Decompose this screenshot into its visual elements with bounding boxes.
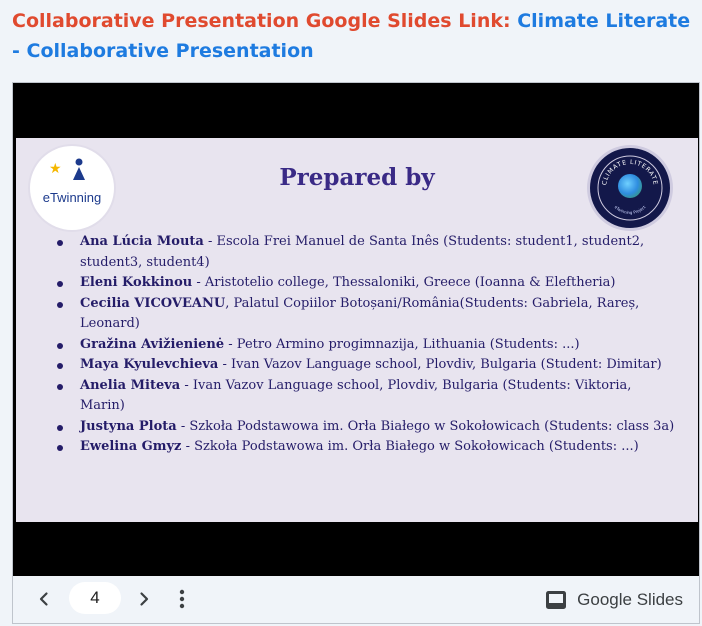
- participant-name: Anelia Miteva: [80, 377, 181, 393]
- participants-list: Ana Lúcia Mouta - Escola Frei Manuel de …: [56, 232, 676, 458]
- slides-embed: ★ eTwinning Prepared by CLIMATE LITERATE…: [12, 82, 700, 624]
- participant-name: Ewelina Gmyz: [80, 439, 182, 454]
- previous-slide-button[interactable]: [27, 582, 61, 616]
- slides-logo-icon: [546, 591, 567, 609]
- chevron-left-icon: [39, 592, 48, 606]
- climate-literate-logo: CLIMATE LITERATE eTwinning Project: [590, 148, 670, 228]
- participant-detail: - Szkoła Podstawowa im. Orła Białego w S…: [181, 439, 639, 454]
- more-options-button[interactable]: [165, 582, 199, 616]
- list-item: Maya Kyulevchieva - Ivan Vazov Language …: [56, 355, 676, 376]
- list-item: Cecilia VICOVEANU, Palatul Copiilor Boto…: [56, 294, 676, 335]
- participant-name: Maya Kyulevchieva: [80, 357, 219, 372]
- list-item: Eleni Kokkinou - Aristotelio college, Th…: [56, 273, 676, 294]
- google-slides-brand-link[interactable]: Google Slides: [545, 588, 683, 612]
- next-slide-button[interactable]: [127, 582, 161, 616]
- participant-detail: - Ivan Vazov Language school, Plovdiv, B…: [218, 357, 662, 372]
- list-item: Ewelina Gmyz - Szkoła Podstawowa im. Orł…: [56, 437, 676, 458]
- participant-detail: - Aristotelio college, Thessaloniki, Gre…: [192, 275, 616, 290]
- svg-text:eTwinning Project: eTwinning Project: [614, 204, 647, 215]
- list-item: Ana Lúcia Mouta - Escola Frei Manuel de …: [56, 232, 676, 273]
- participant-detail: - Petro Armino progimnazija, Lithuania (…: [224, 336, 580, 352]
- participant-name: Eleni Kokkinou: [80, 275, 193, 290]
- page-heading: Collaborative Presentation Google Slides…: [12, 6, 696, 66]
- google-slides-label: Google Slides: [577, 590, 683, 609]
- participant-detail: - Szkoła Podstawowa im. Orła Białego w S…: [176, 418, 675, 434]
- participant-name: Ana Lúcia Mouta: [80, 234, 204, 249]
- participant-name: Cecilia VICOVEANU: [80, 295, 226, 311]
- globe-icon: [618, 174, 642, 198]
- etwinning-logo-text: eTwinning: [42, 190, 102, 205]
- participant-name: Justyna Plota: [80, 418, 177, 434]
- logo-ring-subtitle: eTwinning Project: [614, 204, 647, 215]
- chevron-right-icon: [140, 592, 149, 606]
- heading-label: Collaborative Presentation Google Slides…: [12, 10, 511, 32]
- list-item: Gražina Avižienienė - Petro Armino progi…: [56, 335, 676, 356]
- slides-controls: 4 Google Slides: [13, 576, 699, 623]
- participant-name: Gražina Avižienienė: [80, 336, 225, 352]
- slide-canvas: ★ eTwinning Prepared by CLIMATE LITERATE…: [16, 138, 698, 522]
- list-item: Justyna Plota - Szkoła Podstawowa im. Or…: [56, 417, 676, 438]
- list-item: Anelia Miteva - Ivan Vazov Language scho…: [56, 376, 676, 417]
- more-vert-icon: [179, 589, 185, 609]
- page-number-input[interactable]: 4: [69, 582, 121, 614]
